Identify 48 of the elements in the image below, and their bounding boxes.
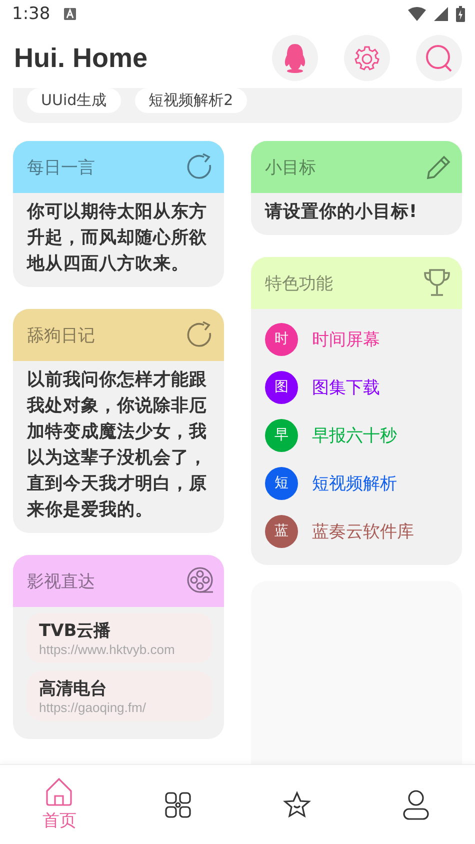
card-title: 影视直达 — [27, 570, 95, 592]
site-link[interactable]: 高清电台 https://gaoqing.fm/ — [27, 671, 212, 721]
penguin-icon — [284, 43, 306, 73]
site-name: 高清电台 — [39, 678, 108, 700]
battery-icon — [456, 6, 465, 22]
person-icon — [402, 788, 430, 820]
card-title: 每日一言 — [27, 156, 95, 178]
feature-badge: 早 — [265, 418, 298, 452]
card-title: 小目标 — [265, 156, 316, 178]
search-button[interactable] — [416, 35, 462, 81]
settings-button[interactable] — [344, 35, 390, 81]
refresh-icon[interactable] — [186, 153, 214, 181]
film-reel-icon — [186, 567, 214, 595]
trophy-icon — [422, 268, 452, 298]
site-url: https://www.hktvyb.com — [39, 642, 176, 657]
nav-tab[interactable] — [356, 765, 475, 844]
feature-badge: 图 — [265, 370, 298, 404]
feature-item[interactable]: 图 图集下载 — [265, 363, 450, 411]
signal-icon — [434, 7, 448, 21]
feature-item[interactable]: 短 短视频解析 — [265, 459, 450, 507]
feature-item[interactable]: 时 时间屏幕 — [265, 315, 450, 363]
site-url: https://gaoqing.fm/ — [39, 700, 147, 715]
feature-badge: 时 — [265, 322, 298, 356]
notification-icon — [64, 8, 76, 20]
card-title: 舔狗日记 — [27, 324, 95, 346]
refresh-icon[interactable] — [186, 321, 214, 349]
grid-icon — [164, 790, 192, 818]
card-text: 请设置你的小目标! — [265, 201, 418, 224]
feature-badge: 蓝 — [265, 514, 298, 548]
shortcut-chip[interactable]: 短视频解析2 — [134, 88, 248, 113]
pencil-icon[interactable] — [426, 154, 452, 180]
search-icon — [425, 44, 453, 72]
site-name: TVB云播 — [39, 620, 112, 642]
status-time: 1:38 — [12, 4, 50, 24]
penguin-button[interactable] — [272, 35, 318, 81]
feature-badge: 短 — [265, 466, 298, 500]
wifi-icon — [408, 7, 426, 21]
nav-tab[interactable]: 首页 — [0, 765, 119, 844]
settings-icon — [354, 45, 380, 71]
star-icon — [282, 790, 311, 818]
card-text: 以前我问你怎样才能跟我处对象，你说除非厄加特变成魔法少女，我以为这辈子没机会了，直到今天我才明白，原来你是爱我的。 — [27, 369, 208, 522]
app-title: Hui. Home — [14, 42, 148, 74]
feature-item[interactable]: 蓝 蓝奏云软件库 — [265, 507, 450, 555]
card-title: 特色功能 — [265, 272, 333, 294]
shortcut-chip[interactable]: UUid生成 — [27, 88, 121, 113]
home-icon — [44, 777, 74, 807]
site-link[interactable]: TVB云播 https://www.hktvyb.com — [27, 613, 212, 663]
card-text: 你可以期待太阳从东方升起，而风却随心所欲地从四面八方吹来。 — [27, 200, 208, 276]
